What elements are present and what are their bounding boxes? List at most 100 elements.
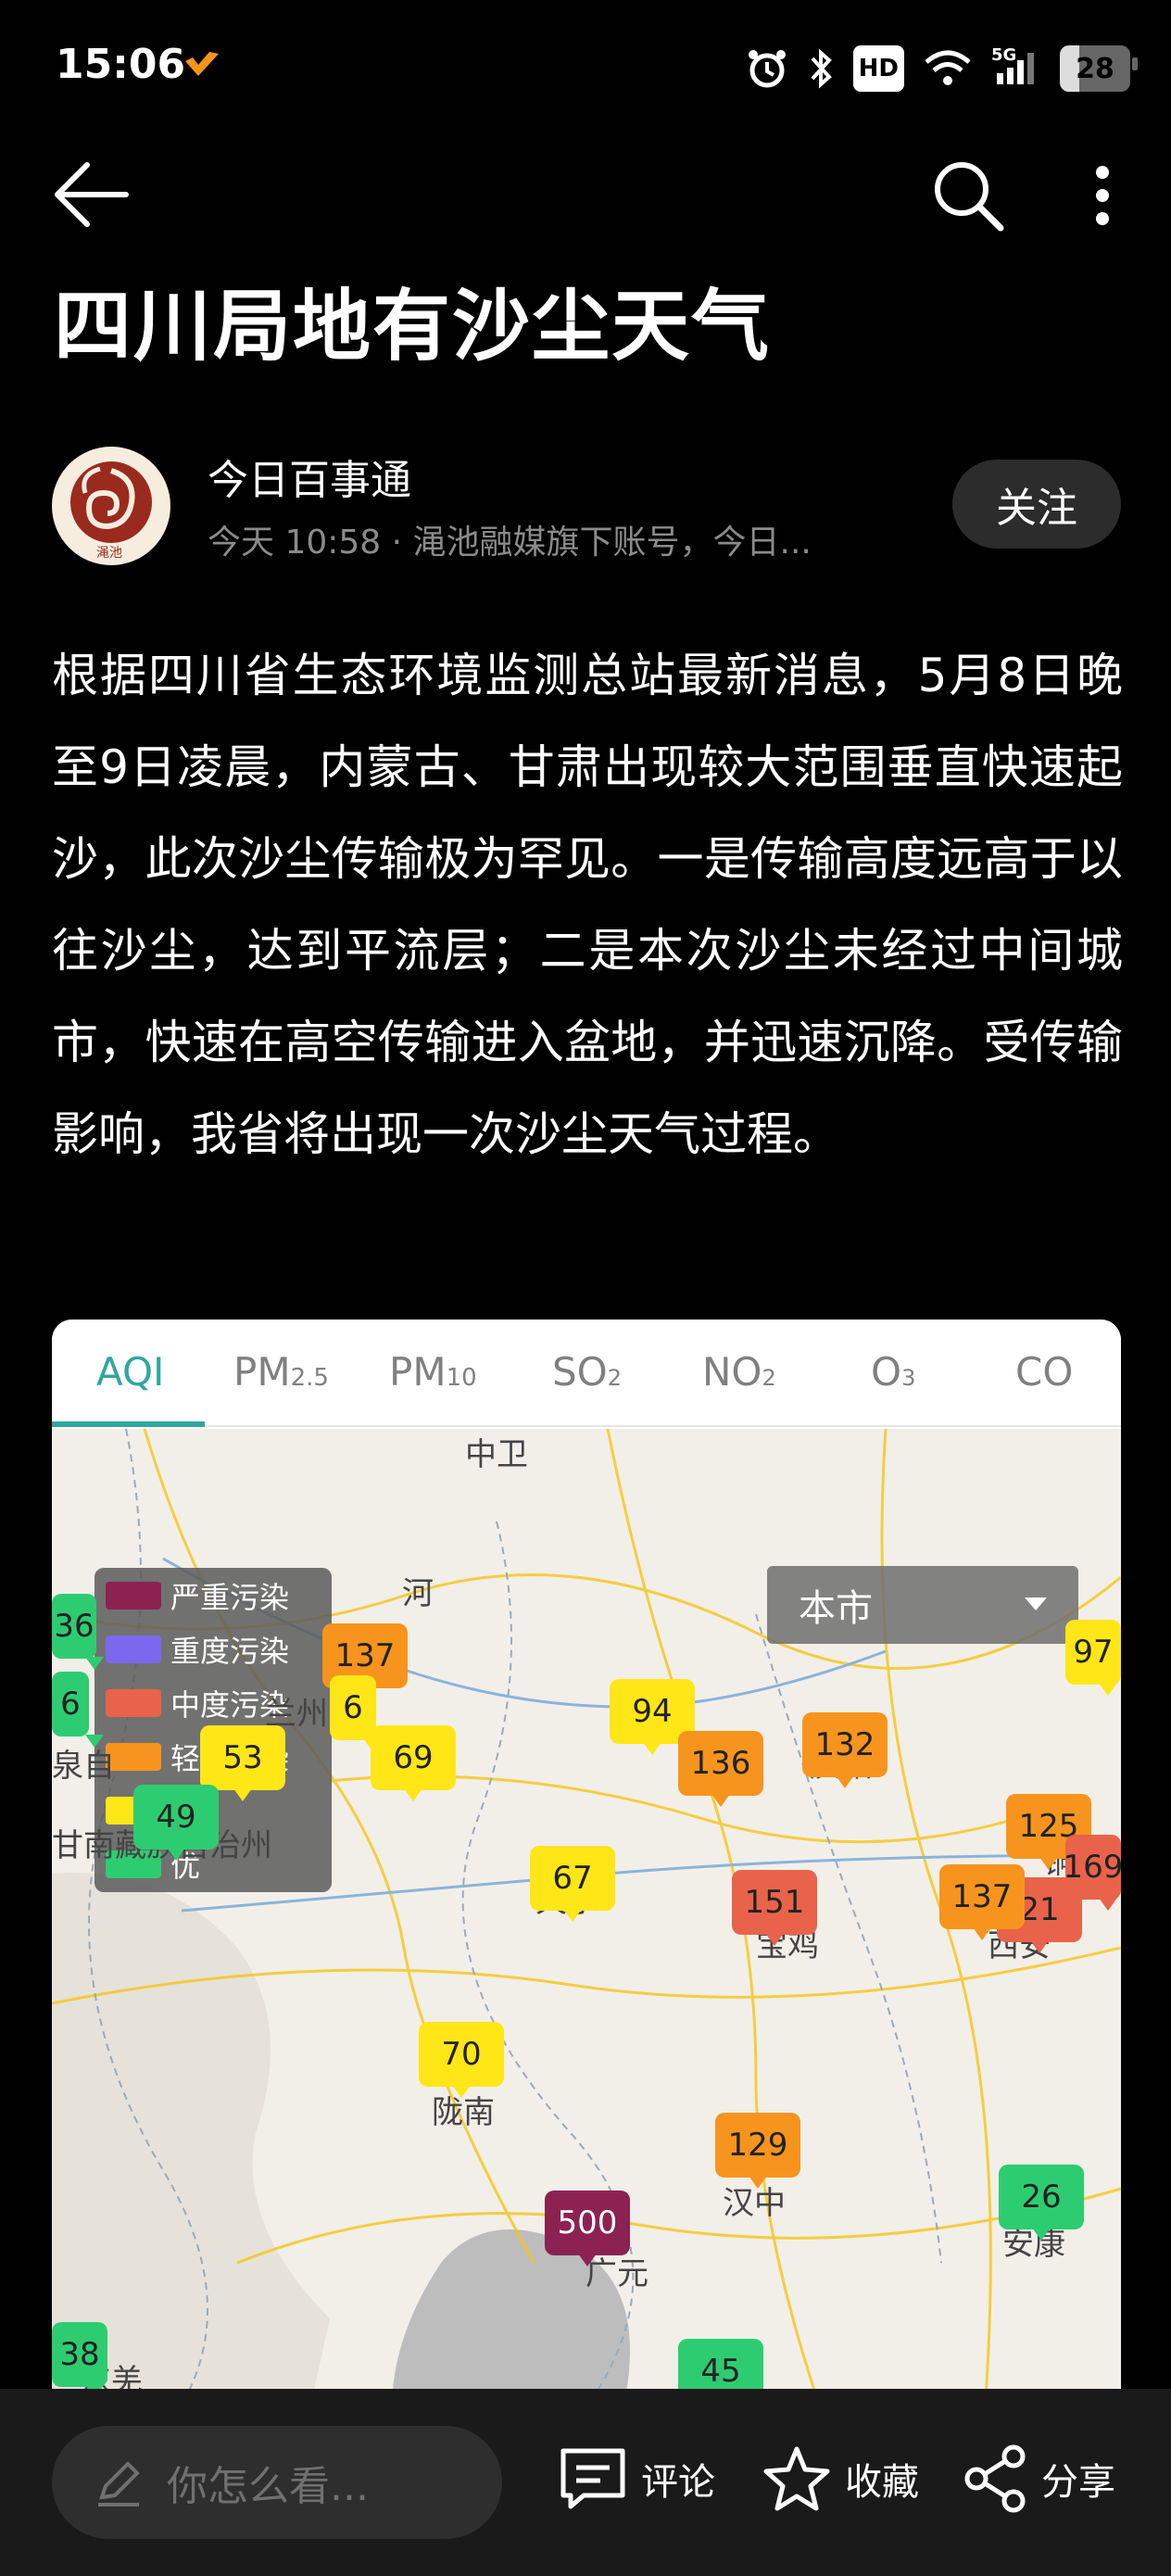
aqi-station-marker[interactable]: 132 (802, 1712, 888, 1788)
comment-icon (560, 2448, 625, 2509)
legend-item: 严重污染 (106, 1577, 289, 1615)
alarm-icon (748, 50, 786, 88)
aqi-value: 26 (1021, 2178, 1062, 2216)
tab-no2-sub: 2 (762, 1365, 776, 1391)
star-icon (763, 2446, 830, 2511)
aqi-station-marker[interactable]: 49 (133, 1785, 219, 1861)
aqi-station-marker[interactable]: 169 (1063, 1835, 1121, 1911)
aqi-value: 21 (1019, 1891, 1060, 1928)
author-meta: 今天 10:58 · 渑池融媒旗下账号，今日... (208, 524, 812, 562)
legend-label: 重度污染 (170, 1634, 290, 1669)
aqi-station-marker[interactable]: 97 (1065, 1620, 1121, 1696)
app-notification-icon (185, 52, 219, 76)
aqi-station-marker[interactable]: 69 (371, 1725, 456, 1801)
place-label: 中卫 (465, 1436, 528, 1473)
aqi-value: 500 (557, 2204, 618, 2241)
legend-swatch (106, 1689, 161, 1717)
bottom-action-bar: 你怎么看... 评论 收藏 分享 (0, 2389, 1171, 2576)
legend-item: 中度污染 (106, 1685, 289, 1723)
aqi-value: 6 (60, 1686, 81, 1723)
status-bar: 15:06 HD 5G 28 (0, 0, 1171, 139)
search-icon[interactable] (926, 154, 1010, 237)
share-button[interactable]: 分享 (963, 2437, 1115, 2520)
author-avatar[interactable]: 渑池 (52, 447, 170, 565)
aqi-station-marker[interactable]: 129 (715, 2113, 800, 2189)
aqi-station-marker[interactable]: 70 (419, 2022, 504, 2098)
aqi-value: 151 (744, 1884, 805, 1921)
aqi-station-marker[interactable]: 137 (939, 1864, 1025, 1940)
hd-icon: HD (852, 45, 904, 92)
place-label: 河 (402, 1575, 434, 1612)
article-body: 根据四川省生态环境监测总站最新消息，5月8日晚至9日凌晨，内蒙古、甘肃出现较大范… (52, 649, 1123, 1161)
comment-placeholder: 你怎么看... (167, 2463, 369, 2510)
aqi-station-marker[interactable]: 53 (200, 1725, 285, 1801)
aqi-map[interactable]: 严重污染 重度污染 中度污染 轻度污染 良 优 本市 中卫 河 兰州 甘南藏族自… (52, 1429, 1121, 2487)
back-arrow-icon[interactable] (50, 158, 133, 232)
aqi-station-marker[interactable]: 151 (732, 1870, 817, 1946)
tab-aqi[interactable]: AQI (96, 1349, 164, 1395)
active-tab-indicator (52, 1421, 205, 1427)
author-logo-text: 渑池 (96, 546, 122, 561)
status-icons: HD 5G 28 (746, 41, 1138, 96)
tab-so2-sub: 2 (607, 1365, 622, 1391)
aqi-station-marker[interactable]: 38 (52, 2322, 107, 2398)
aqi-value: 67 (552, 1860, 593, 1897)
aqi-value: 70 (441, 2036, 482, 2073)
aqi-value: 6 (343, 1689, 363, 1726)
status-time: 15:06 (56, 41, 186, 88)
aqi-value: 94 (632, 1693, 673, 1730)
tab-pm10-sub: 10 (446, 1364, 477, 1392)
aqi-value: 45 (700, 2353, 741, 2390)
legend-item: 重度污染 (106, 1631, 290, 1669)
tab-so2[interactable]: SO2 (552, 1349, 622, 1395)
aqi-value: 38 (59, 2336, 100, 2373)
tab-co[interactable]: CO (1015, 1349, 1073, 1395)
aqi-value: 137 (951, 1878, 1013, 1915)
tab-pm10[interactable]: PM10 (389, 1349, 477, 1395)
city-selector-value: 本市 (799, 1587, 873, 1630)
aqi-station-marker[interactable]: 67 (530, 1846, 615, 1922)
legend-swatch (106, 1635, 161, 1663)
aqi-value: 132 (814, 1726, 875, 1763)
favorite-label: 收藏 (845, 2461, 919, 2504)
aqi-value: 69 (393, 1739, 434, 1776)
legend-swatch (106, 1582, 161, 1610)
battery-icon: 28 (1060, 45, 1138, 92)
article-title: 四川局地有沙尘天气 (54, 281, 772, 372)
aqi-station-marker[interactable]: 6 (330, 1675, 382, 1751)
aqi-value: 129 (727, 2127, 788, 2164)
tab-o3[interactable]: O3 (871, 1349, 915, 1395)
tab-pm25[interactable]: PM2.5 (233, 1349, 329, 1395)
aqi-value: 53 (222, 1739, 263, 1776)
tab-o3-sub: 3 (901, 1365, 916, 1391)
bluetooth-icon (811, 48, 832, 89)
aqi-station-marker[interactable]: 500 (545, 2191, 630, 2267)
aqi-station-marker[interactable]: 36 (52, 1594, 104, 1670)
comment-button[interactable]: 评论 (558, 2437, 715, 2520)
favorite-button[interactable]: 收藏 (762, 2437, 919, 2520)
aqi-map-card: AQI PM2.5 PM10 SO2 NO2 O3 CO 严重污染 重度污染 中… (52, 1320, 1121, 2487)
wifi-icon (925, 50, 971, 85)
share-icon (964, 2444, 1026, 2513)
aqi-value: 169 (1063, 1849, 1121, 1886)
pollutant-tabs: AQI PM2.5 PM10 SO2 NO2 O3 CO (52, 1320, 1121, 1427)
aqi-station-marker[interactable]: 6 (52, 1672, 104, 1748)
aqi-station-marker[interactable]: 136 (678, 1731, 763, 1807)
pen-icon (98, 2461, 140, 2507)
aqi-station-marker[interactable]: 26 (999, 2165, 1084, 2241)
battery-level: 28 (1076, 52, 1114, 85)
place-label: 泉自 (52, 1748, 115, 1785)
follow-button[interactable]: 关注 (952, 460, 1121, 549)
comment-label: 评论 (641, 2461, 715, 2504)
author-name[interactable]: 今日百事通 (208, 447, 411, 506)
aqi-value: 137 (334, 1637, 396, 1674)
comment-input[interactable]: 你怎么看... (52, 2426, 502, 2539)
city-selector[interactable]: 本市 (767, 1566, 1078, 1644)
tab-no2[interactable]: NO2 (702, 1349, 776, 1395)
aqi-value: 136 (690, 1745, 751, 1782)
more-options-icon[interactable] (1075, 154, 1130, 237)
chevron-down-icon (1025, 1597, 1047, 1610)
aqi-value: 49 (156, 1799, 196, 1836)
aqi-value: 36 (54, 1608, 94, 1645)
cellular-signal-icon: 5G (991, 45, 1041, 92)
